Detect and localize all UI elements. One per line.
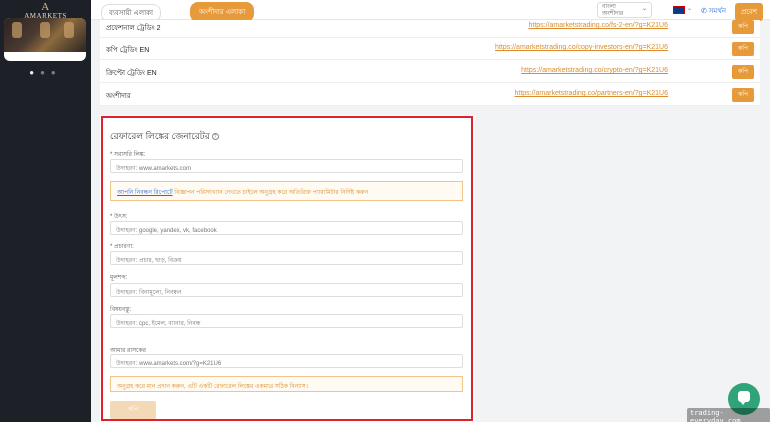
watermark: trading-everyday.com — [687, 408, 770, 422]
banner-decoration — [40, 22, 50, 38]
copy-button[interactable]: কপি — [732, 88, 754, 102]
carousel-dot-active[interactable]: ● — [29, 68, 40, 77]
uk-flag-icon[interactable] — [673, 6, 685, 14]
copy-button[interactable]: কপি — [732, 42, 754, 56]
content-input[interactable]: উদাহরণ: cpc, ইমেল, ব্যানার, নিবন্ধ — [110, 314, 463, 328]
chat-bubble-icon — [738, 391, 750, 405]
direct-link-input[interactable]: উদাহরণ: www.amarkets.com — [110, 159, 463, 173]
campaign-input[interactable]: উদাহরণ: প্রচার, ছাড়, বিক্রয় — [110, 251, 463, 265]
carousel-dot[interactable]: ● — [51, 68, 62, 77]
referral-links-table: প্রফেশনাল ট্রেডিং 2 https://amarketstrad… — [100, 20, 760, 106]
carousel-dots[interactable]: ●●● — [0, 68, 91, 77]
stats-info-note: আপনি নিবন্ধন রিপোর্টে বিজ্ঞাপন পরিসংখ্যা… — [110, 181, 463, 201]
referral-link-generator: রেফারেল লিঙ্কের জেনারেটর? * সরাসরি লিঙ্ক… — [100, 115, 475, 422]
copy-button[interactable]: কপি — [732, 65, 754, 79]
left-sidebar: A AMARKETS ●●● — [0, 0, 91, 422]
language-label: বাংলা — [602, 4, 616, 10]
banner-decoration — [64, 22, 74, 38]
generator-title: রেফারেল লিঙ্কের জেনারেটর? — [110, 129, 219, 144]
carousel-dot[interactable]: ● — [40, 68, 51, 77]
keyword-label: মূলশব্দ: — [110, 275, 128, 281]
table-row: কপি ট্রেডিং EN https://amarketstrading.c… — [100, 38, 760, 60]
table-row: ক্রিপ্টো ট্রেডিং EN https://amarketstrad… — [100, 61, 760, 83]
promo-banner[interactable] — [4, 18, 86, 61]
format-warning-note: অনুগ্রহ করে মান প্রদান করুন, এটি একটি রে… — [110, 376, 463, 392]
banner-image — [4, 18, 86, 52]
generator-title-text: রেফারেল লিঙ্কের জেনারেটর — [110, 131, 210, 141]
table-row: প্রফেশনাল ট্রেডিং 2 https://amarketstrad… — [100, 16, 760, 38]
registration-report-link[interactable]: আপনি নিবন্ধন রিপোর্টে — [117, 190, 173, 196]
phone-icon: ✆ — [701, 8, 709, 15]
keyword-input[interactable]: উদাহরণ: বিনামূল্যে, নিবন্ধন — [110, 283, 463, 297]
link-url[interactable]: https://amarketstrading.co/copy-investor… — [100, 44, 668, 51]
chevron-down-icon[interactable]: ⌄ — [687, 5, 692, 12]
my-link-output[interactable]: উদাহরণ: www.amarkets.com/?g=K21U6 — [110, 354, 463, 368]
logo-mark-icon: A — [41, 1, 50, 13]
stats-info-text: বিজ্ঞাপন পরিসংখ্যান দেখতে চাইলে অনুগ্রহ … — [172, 190, 369, 196]
link-url[interactable]: https://amarketstrading.co/fs-2-en/?g=K2… — [100, 22, 669, 29]
copy-button[interactable]: কপি — [732, 20, 754, 34]
support-label: সমর্থন — [708, 8, 727, 15]
help-icon[interactable]: ? — [211, 133, 219, 141]
banner-decoration — [12, 22, 22, 38]
copy-generated-link-button[interactable]: কপি — [110, 401, 156, 419]
link-url[interactable]: https://amarketstrading.co/crypto-en/?g=… — [100, 67, 668, 74]
link-url[interactable]: https://amarketstrading.co/partners-en/?… — [100, 90, 668, 97]
chevron-down-icon: ⌄ — [641, 6, 647, 12]
source-input[interactable]: উদাহরণ: google, yandex, vk, facebook — [110, 221, 463, 235]
table-row: অংশীদার https://amarketstrading.co/partn… — [100, 84, 760, 106]
